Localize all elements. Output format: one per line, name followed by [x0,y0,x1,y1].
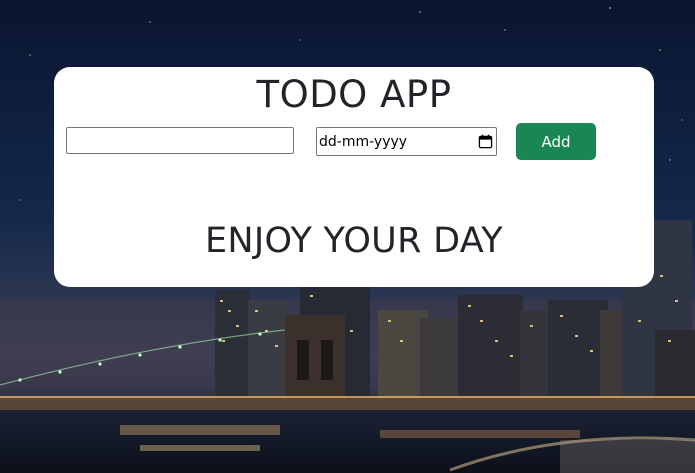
app-title: TODO APP [256,73,452,116]
add-button[interactable]: Add [516,123,596,160]
enjoy-message: ENJOY YOUR DAY [205,221,503,261]
calendar-icon[interactable] [478,134,493,149]
date-placeholder: dd-mm-yyyy [319,133,408,150]
todo-card: TODO APP dd-mm-yyyy Add ENJOY YOUR DAY [54,67,654,287]
todo-date-input[interactable]: dd-mm-yyyy [316,127,497,156]
todo-text-input[interactable] [66,127,294,154]
